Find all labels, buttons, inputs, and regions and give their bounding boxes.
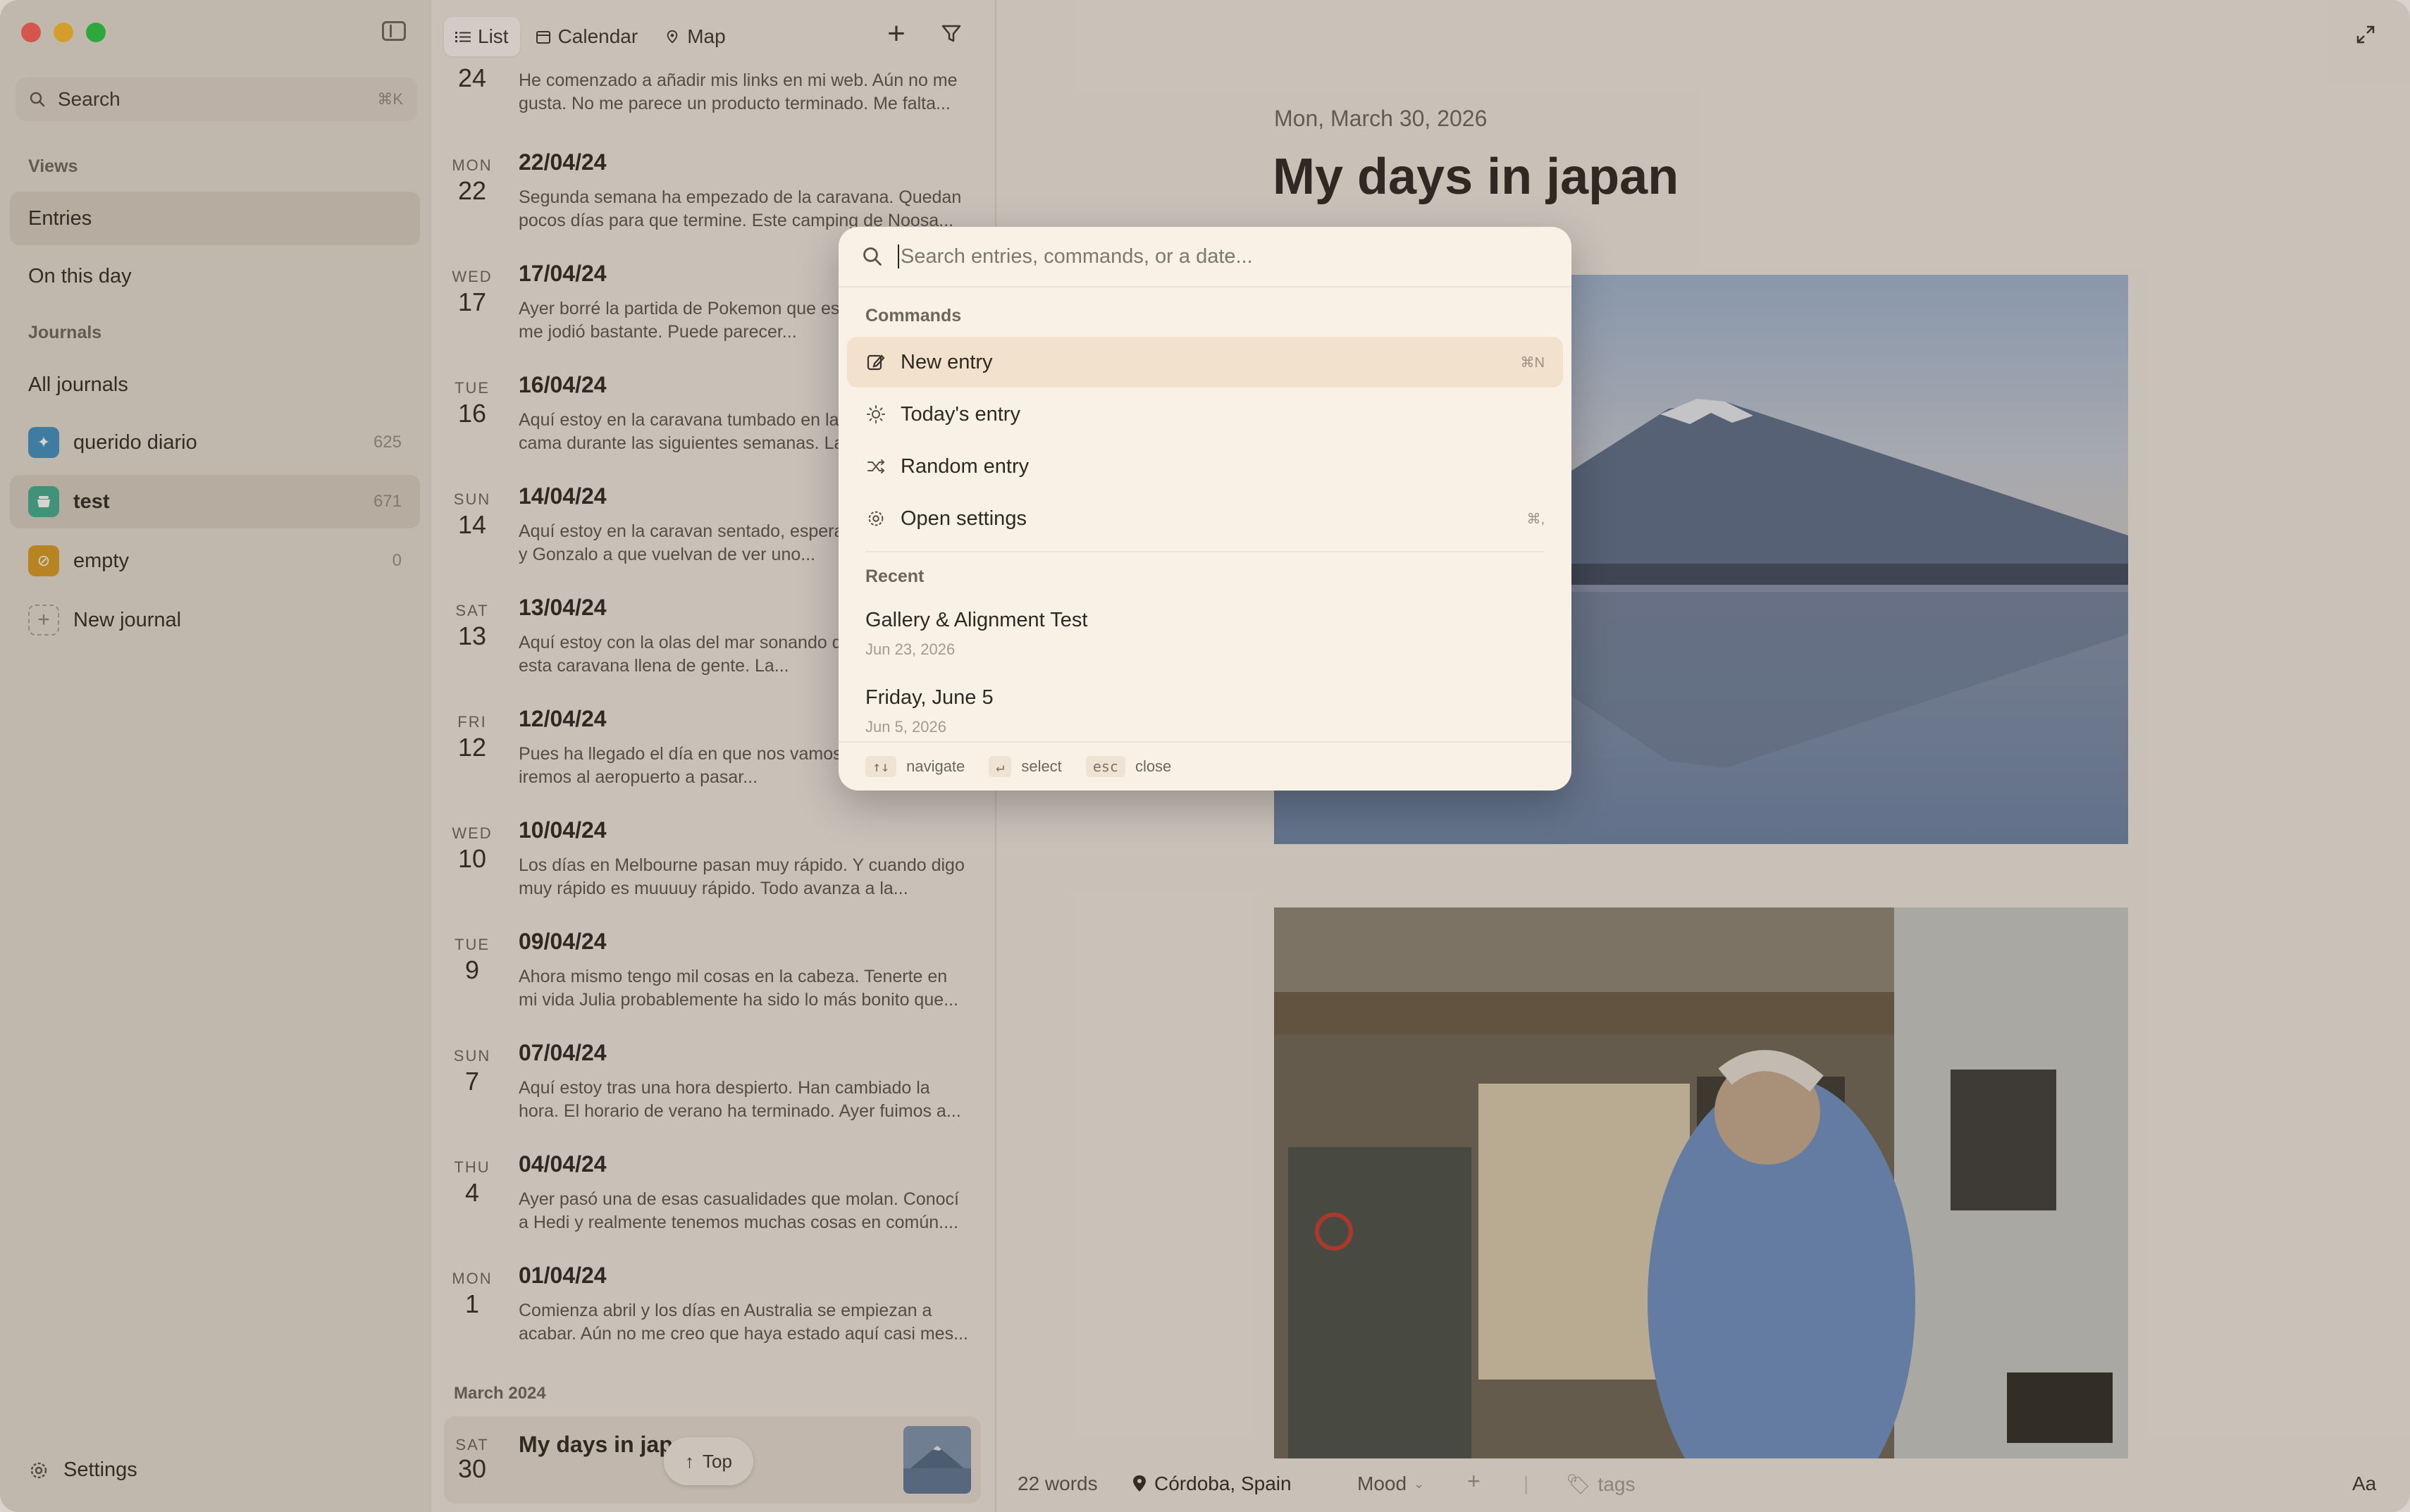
edit-icon (865, 352, 886, 373)
sun-icon (865, 404, 886, 425)
search-icon (863, 247, 882, 266)
recent-heading: Recent (865, 566, 925, 586)
palette-search-bar (839, 227, 1571, 287)
command-label: Open settings (901, 507, 1027, 530)
command-label: Random entry (901, 454, 1030, 478)
recent-date: Jun 5, 2026 (865, 718, 946, 736)
command-palette: Commands New entry ⌘N Today's entry Rand… (839, 227, 1571, 791)
escape-key-icon: esc (1085, 756, 1125, 777)
close-hint: close (1135, 757, 1172, 775)
recent-title: Friday, June 5 (865, 686, 994, 709)
navigate-hint: navigate (906, 757, 965, 775)
command-new-entry[interactable]: New entry ⌘N (847, 337, 1563, 388)
recent-date: Jun 23, 2026 (865, 640, 956, 658)
section-divider (865, 551, 1545, 552)
recent-title: Gallery & Alignment Test (865, 609, 1088, 631)
command-todays-entry[interactable]: Today's entry (847, 389, 1563, 440)
command-label: Today's entry (901, 402, 1020, 426)
select-hint: select (1021, 757, 1062, 775)
recent-item[interactable]: Gallery & Alignment Test Jun 23, 2026 (865, 609, 1087, 659)
arrows-key-icon: ↑↓ (865, 756, 897, 777)
shuffle-icon (865, 456, 886, 477)
command-random-entry[interactable]: Random entry (847, 441, 1563, 492)
app-window: Search ⌘K Views Entries On this day Jour… (0, 0, 2410, 1512)
command-label: New entry (901, 350, 993, 373)
commands-heading: Commands (865, 306, 962, 326)
palette-footer: ↑↓ navigate ↵ select esc close (839, 741, 1571, 791)
palette-search-input[interactable] (899, 244, 1536, 269)
gear-icon (865, 508, 886, 529)
command-shortcut: ⌘, (1526, 511, 1545, 527)
command-open-settings[interactable]: Open settings ⌘, (847, 493, 1563, 544)
return-key-icon: ↵ (989, 756, 1012, 777)
command-shortcut: ⌘N (1520, 354, 1545, 371)
recent-item[interactable]: Friday, June 5 Jun 5, 2026 (865, 686, 994, 736)
